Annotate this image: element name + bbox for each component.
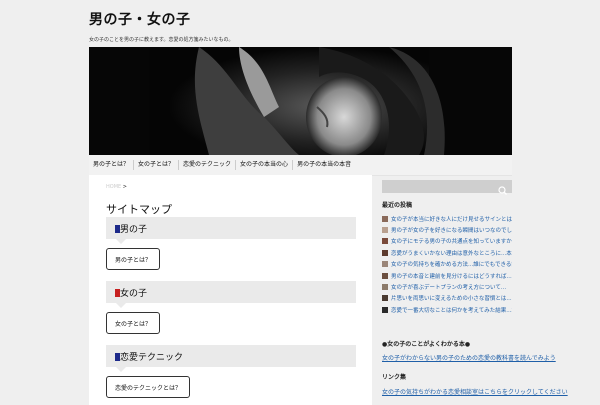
- post-link[interactable]: 男の子の本音と建前を見分けるにはどうすれば...: [391, 272, 512, 280]
- section-heading-text: 男の子: [120, 225, 148, 235]
- post-link[interactable]: 恋愛がうまくいかない理由は意外なところに...本当の原因: [391, 249, 512, 257]
- search-input[interactable]: [382, 180, 492, 193]
- post-thumbnail[interactable]: [382, 238, 388, 245]
- post-thumbnail[interactable]: [382, 272, 388, 279]
- sidebar: 最近の投稿 女の子が本当に好きな人にだけ見せるサインとは... 男の子が女の子を好…: [382, 175, 568, 405]
- caret-decoration: [116, 239, 126, 244]
- main-nav: 男の子とは？ 女の子とは？ 恋愛のテクニック 女の子の本当の心 男の子の本当の本…: [89, 155, 512, 176]
- links-link[interactable]: 女の子の気持ちがわかる恋愛相談室はこちらをクリックしてください: [382, 387, 568, 396]
- post-link[interactable]: 女の子が喜ぶデートプランの考え方について...: [391, 283, 506, 291]
- list-item[interactable]: 恋愛がうまくいかない理由は意外なところに...本当の原因: [382, 247, 512, 258]
- page-title: サイトマップ: [106, 203, 172, 216]
- main-content: HOME > サイトマップ 男の子 男の子とは？ 女の子 女の子とは？ 恋愛テク…: [89, 175, 372, 405]
- search-icon[interactable]: [496, 181, 510, 195]
- header-image: [89, 47, 512, 155]
- link-button[interactable]: 男の子とは？: [106, 248, 161, 270]
- post-thumbnail[interactable]: [382, 249, 388, 256]
- nav-item-technique[interactable]: 恋愛のテクニック: [179, 160, 237, 170]
- post-thumbnail[interactable]: [382, 284, 388, 291]
- site-title[interactable]: 男の子・女の子: [89, 9, 191, 29]
- post-thumbnail[interactable]: [382, 215, 388, 222]
- breadcrumb-home[interactable]: HOME: [106, 184, 121, 190]
- section-heading: 女の子: [115, 286, 147, 299]
- post-link[interactable]: 女の子が本当に好きな人にだけ見せるサインとは...: [391, 215, 512, 223]
- list-item[interactable]: 恋愛で一番大切なことは何かを考えてみた結果...本当: [382, 304, 512, 315]
- search-box: [382, 180, 512, 195]
- list-item[interactable]: 片思いを両思いに変えるための小さな習慣とは...: [382, 293, 512, 304]
- section-heading-text: 恋愛テクニック: [120, 353, 184, 363]
- link-button[interactable]: 恋愛のテクニックとは？: [106, 376, 191, 398]
- section-heading-text: 女の子: [120, 289, 148, 299]
- nav-item-boys-honest[interactable]: 男の子の本当の本音: [293, 160, 355, 170]
- list-item[interactable]: 男の子の本音と建前を見分けるにはどうすれば...: [382, 270, 512, 281]
- list-item[interactable]: 女の子が喜ぶデートプランの考え方について...: [382, 281, 512, 292]
- featured-title: ●女の子のことがよくわかる本●: [382, 341, 471, 348]
- recent-posts-title: 最近の投稿: [382, 202, 413, 209]
- post-link[interactable]: 女の子にモテる男の子の共通点を知っていますか...: [391, 237, 512, 245]
- nav-item-girls[interactable]: 女の子とは？: [134, 160, 180, 170]
- nav-item-girls-heart[interactable]: 女の子の本当の心: [236, 160, 294, 170]
- section-heading-box: 男の子: [106, 217, 356, 244]
- list-item[interactable]: 女の子が本当に好きな人にだけ見せるサインとは...: [382, 213, 512, 224]
- breadcrumb-separator: >: [122, 184, 127, 190]
- caret-decoration: [116, 303, 126, 308]
- post-link[interactable]: 女の子の気持ちを確かめる方法...誰にでもできる簡単なこと: [391, 260, 512, 268]
- post-link[interactable]: 恋愛で一番大切なことは何かを考えてみた結果...本当: [391, 306, 512, 314]
- list-item[interactable]: 女の子にモテる男の子の共通点を知っていますか...: [382, 236, 512, 247]
- featured-link[interactable]: 女の子がわからない男の子のための恋愛の教科書を読んでみよう: [382, 353, 556, 362]
- site-description: 女の子のことを男の子に教えます。恋愛の処方箋みたいなもの。: [89, 37, 234, 43]
- recent-posts-list: 女の子が本当に好きな人にだけ見せるサインとは... 男の子が女の子を好きになる瞬間…: [382, 213, 512, 316]
- post-thumbnail[interactable]: [382, 295, 388, 302]
- list-item[interactable]: 男の子が女の子を好きになる瞬間はいつなのでしょうか...: [382, 224, 512, 235]
- links-title: リンク集: [382, 374, 407, 381]
- post-thumbnail[interactable]: [382, 261, 388, 268]
- caret-decoration: [116, 367, 126, 372]
- nav-item-boys[interactable]: 男の子とは？: [89, 160, 135, 170]
- breadcrumb: HOME >: [106, 184, 127, 190]
- post-link[interactable]: 男の子が女の子を好きになる瞬間はいつなのでしょうか...: [391, 226, 512, 234]
- list-item[interactable]: 女の子の気持ちを確かめる方法...誰にでもできる簡単なこと: [382, 259, 512, 270]
- post-link[interactable]: 片思いを両思いに変えるための小さな習慣とは...: [391, 294, 512, 302]
- section-heading: 恋愛テクニック: [115, 350, 183, 363]
- link-button[interactable]: 女の子とは？: [106, 312, 161, 334]
- section-heading: 男の子: [115, 222, 147, 235]
- section-heading-box: 女の子: [106, 281, 356, 308]
- section-heading-box: 恋愛テクニック: [106, 345, 356, 372]
- post-thumbnail[interactable]: [382, 227, 388, 234]
- post-thumbnail[interactable]: [382, 306, 388, 313]
